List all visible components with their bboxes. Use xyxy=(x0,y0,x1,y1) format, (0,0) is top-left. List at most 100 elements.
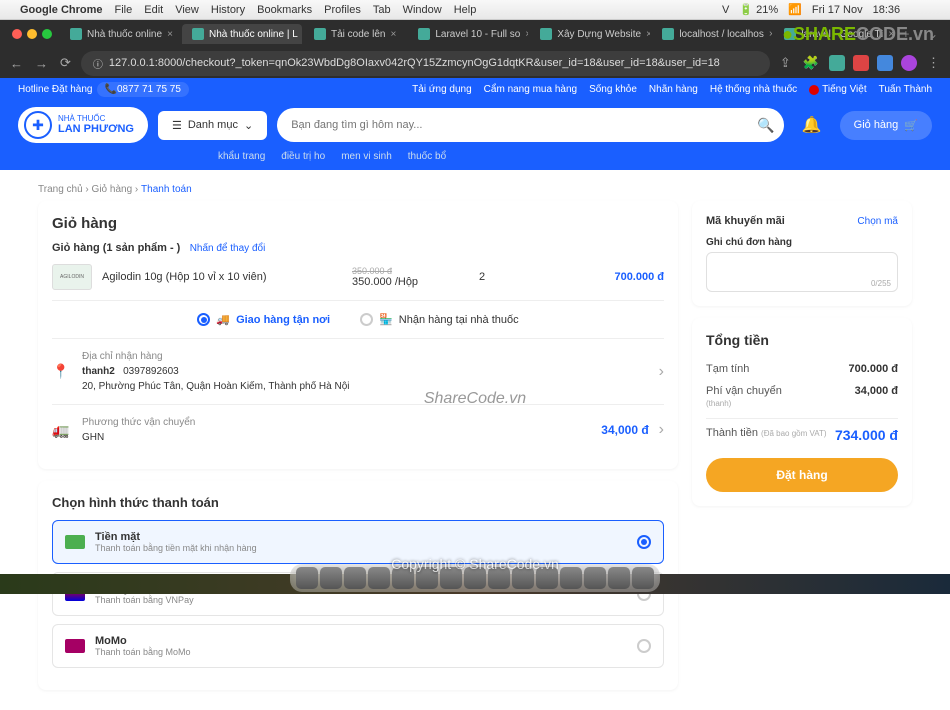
minimize-window[interactable] xyxy=(27,29,37,39)
subtotal-row: Tạm tính 700.000 đ xyxy=(706,358,898,380)
browser-tab[interactable]: Xây Dựng Website× xyxy=(530,24,650,44)
close-icon[interactable]: × xyxy=(167,29,173,40)
menu-bookmarks[interactable]: Bookmarks xyxy=(257,4,312,16)
profile-avatar[interactable] xyxy=(901,55,917,71)
browser-tab[interactable]: localhost / localhos× xyxy=(652,24,772,44)
truck-icon: 🚚 xyxy=(216,313,230,326)
payment-option-momo[interactable]: MoMo Thanh toán bằng MoMo xyxy=(52,624,664,668)
vpn-icon[interactable]: V xyxy=(722,4,729,16)
change-cart-link[interactable]: Nhấn để thay đổi xyxy=(190,243,266,254)
radio-icon xyxy=(637,639,651,653)
dock-app[interactable] xyxy=(392,567,414,589)
close-icon[interactable]: × xyxy=(769,29,773,40)
menu-history[interactable]: History xyxy=(211,4,245,16)
top-link[interactable]: Nhãn hàng xyxy=(649,84,698,95)
promo-link[interactable]: Chọn mã xyxy=(857,216,898,227)
language-selector[interactable]: Tiếng Việt xyxy=(809,84,866,95)
menu-icon[interactable]: ⋮ xyxy=(925,53,942,73)
search-button[interactable]: 🔍 xyxy=(752,111,780,139)
dock-app[interactable] xyxy=(488,567,510,589)
user-name[interactable]: Tuấn Thành xyxy=(879,84,932,95)
traffic-lights[interactable] xyxy=(6,29,58,39)
logo[interactable]: ✚ NHÀ THUỐCLAN PHƯƠNG xyxy=(18,107,148,143)
back-button[interactable]: ← xyxy=(8,54,25,73)
category-button[interactable]: ☰ Danh mục ⌄ xyxy=(158,111,267,140)
search-bar[interactable]: 🔍 xyxy=(277,108,784,142)
address-bar[interactable]: ⓘ 127.0.0.1:8000/checkout?_token=qnOk23W… xyxy=(81,51,770,76)
menu-help[interactable]: Help xyxy=(454,4,477,16)
note-label: Ghi chú đơn hàng xyxy=(706,237,898,248)
category-link[interactable]: điều trị ho xyxy=(281,151,325,162)
top-link[interactable]: Hệ thống nhà thuốc xyxy=(710,84,797,95)
top-link[interactable]: Sống khỏe xyxy=(589,84,637,95)
place-order-button[interactable]: Đặt hàng xyxy=(706,458,898,492)
extensions-icon[interactable]: 🧩 xyxy=(801,53,821,73)
dock-app[interactable] xyxy=(296,567,318,589)
delivery-pickup-option[interactable]: 🏪 Nhận hàng tại nhà thuốc xyxy=(360,313,519,326)
dock-app[interactable] xyxy=(344,567,366,589)
cart-title: Giỏ hàng xyxy=(52,215,664,232)
close-window[interactable] xyxy=(12,29,22,39)
crumb[interactable]: Trang chủ xyxy=(38,184,83,195)
extension-icon[interactable] xyxy=(829,55,845,71)
app-name[interactable]: Google Chrome xyxy=(20,4,103,16)
menu-edit[interactable]: Edit xyxy=(144,4,163,16)
menu-file[interactable]: File xyxy=(115,4,133,16)
browser-tab[interactable]: Nhà thuốc online | L× xyxy=(182,24,302,44)
reload-button[interactable]: ⟳ xyxy=(58,53,73,73)
extension-icon[interactable] xyxy=(853,55,869,71)
share-icon[interactable]: ⇪ xyxy=(778,53,793,73)
top-link[interactable]: Tải ứng dụng xyxy=(412,84,472,95)
battery: 🔋 21% xyxy=(739,3,778,16)
char-count: 0/255 xyxy=(871,279,891,288)
forward-button[interactable]: → xyxy=(33,54,50,73)
wifi-icon[interactable]: 📶 xyxy=(788,3,802,16)
menu-window[interactable]: Window xyxy=(403,4,442,16)
menu-view[interactable]: View xyxy=(175,4,199,16)
shipping-row[interactable]: 🚛 Phương thức vận chuyển GHN 34,000 đ › xyxy=(52,404,664,455)
mac-dock xyxy=(290,564,660,592)
search-input[interactable] xyxy=(291,119,752,131)
payment-option-cash[interactable]: Tiền mặt Thanh toán bằng tiền mặt khi nh… xyxy=(52,520,664,564)
menu-profiles[interactable]: Profiles xyxy=(324,4,361,16)
dock-app[interactable] xyxy=(584,567,606,589)
extension-icon[interactable] xyxy=(877,55,893,71)
address-row[interactable]: 📍 Địa chỉ nhận hàng thanh2 0397892603 20… xyxy=(52,338,664,404)
note-textarea[interactable]: 0/255 xyxy=(706,252,898,292)
truck-icon: 🚛 xyxy=(52,422,72,439)
dock-app[interactable] xyxy=(440,567,462,589)
hotline[interactable]: 📞0877 71 75 75 xyxy=(97,82,189,97)
cart-card: Giỏ hàng Giỏ hàng (1 sản phẩm - ) Nhấn đ… xyxy=(38,201,678,469)
category-link[interactable]: thuốc bổ xyxy=(408,151,446,162)
header: ✚ NHÀ THUỐCLAN PHƯƠNG ☰ Danh mục ⌄ 🔍 🔔 G… xyxy=(0,101,950,170)
close-icon[interactable]: × xyxy=(646,29,650,40)
dock-app[interactable] xyxy=(608,567,630,589)
info-icon[interactable]: ⓘ xyxy=(93,56,103,71)
dock-app[interactable] xyxy=(560,567,582,589)
close-icon[interactable]: × xyxy=(525,29,528,40)
dock-app[interactable] xyxy=(464,567,486,589)
dock-app[interactable] xyxy=(632,567,654,589)
dock-app[interactable] xyxy=(320,567,342,589)
browser-tab[interactable]: Laravel 10 - Full so× xyxy=(408,24,528,44)
dock-app[interactable] xyxy=(536,567,558,589)
top-link[interactable]: Cẩm nang mua hàng xyxy=(484,84,577,95)
delivery-home-option[interactable]: 🚚 Giao hàng tận nơi xyxy=(197,313,330,326)
logo-icon: ✚ xyxy=(24,111,52,139)
dock-app[interactable] xyxy=(368,567,390,589)
close-icon[interactable]: × xyxy=(390,29,396,40)
notifications-icon[interactable]: 🔔 xyxy=(794,115,830,135)
browser-tab[interactable]: Tải code lên× xyxy=(304,24,406,44)
dock-app[interactable] xyxy=(512,567,534,589)
radio-icon xyxy=(197,313,210,326)
dock-app[interactable] xyxy=(416,567,438,589)
breadcrumb: Trang chủ › Giỏ hàng › Thanh toán xyxy=(38,178,912,201)
menu-tab[interactable]: Tab xyxy=(373,4,391,16)
category-link[interactable]: men vi sinh xyxy=(341,151,392,162)
maximize-window[interactable] xyxy=(42,29,52,39)
chevron-right-icon: › xyxy=(659,363,664,381)
browser-tab[interactable]: Nhà thuốc online× xyxy=(60,24,180,44)
cart-button[interactable]: Giỏ hàng 🛒 xyxy=(840,111,932,140)
crumb[interactable]: Giỏ hàng xyxy=(92,184,133,195)
category-link[interactable]: khẩu trang xyxy=(218,151,265,162)
